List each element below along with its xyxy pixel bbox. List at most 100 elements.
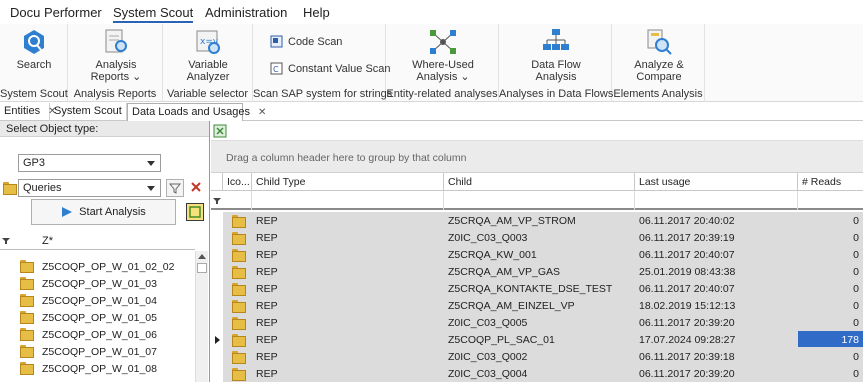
- where-used-icon: [430, 30, 456, 54]
- table-row[interactable]: REP Z0IC_C03_Q005 06.11.2017 20:39:20 0: [211, 314, 863, 331]
- select-object-type-header: Select Object type:: [0, 121, 209, 137]
- scroll-up-icon[interactable]: [198, 254, 206, 259]
- grid-toolbar: [211, 121, 863, 141]
- data-flow-analysis-button[interactable]: Data Flow Analysis: [524, 28, 588, 83]
- variable-analyzer-button[interactable]: x=y Variable Analyzer: [178, 28, 238, 83]
- last-usage-cell: 06.11.2017 20:39:19: [639, 232, 735, 244]
- list-item[interactable]: Z5COQP_OP_W_01_06: [0, 326, 195, 343]
- filter-icon: [2, 238, 10, 244]
- ribbon-group-system-scout: Search System Scout: [0, 24, 68, 102]
- clear-filter-button[interactable]: [188, 179, 206, 197]
- last-usage-cell: 06.11.2017 20:39:18: [639, 351, 735, 363]
- frame-icon: [189, 206, 201, 218]
- last-usage-cell: 06.11.2017 20:40:07: [639, 249, 735, 261]
- object-type-select[interactable]: Queries: [18, 179, 161, 197]
- list-item[interactable]: Z5COQP_OP_W_01_08: [0, 360, 195, 375]
- ribbon-group-elements: Analyze & Compare Elements Analysis: [612, 24, 705, 102]
- column-header-child-type[interactable]: Child Type: [252, 173, 444, 191]
- menu-help[interactable]: Help: [303, 5, 330, 20]
- table-row[interactable]: REP Z5COQP_PL_SAC_01 17.07.2024 09:28:27 17…: [211, 331, 863, 348]
- reads-cell: 0: [853, 249, 859, 261]
- close-icon[interactable]: ✕: [258, 107, 266, 118]
- child-type-cell: REP: [256, 215, 278, 227]
- child-cell: Z5CRQA_AM_EINZEL_VP: [448, 300, 575, 312]
- query-icon: [20, 294, 34, 307]
- query-icon: [232, 232, 246, 246]
- data-loads-grid-pane: Drag a column header here to group by th…: [211, 121, 863, 382]
- code-scan-button[interactable]: Code Scan: [270, 35, 342, 48]
- child-type-cell: REP: [256, 283, 278, 295]
- reads-cell: 0: [853, 266, 859, 278]
- list-item[interactable]: Z5COQP_OP_W_01_05: [0, 309, 195, 326]
- analysis-reports-button[interactable]: Analysis Reports ⌄: [86, 28, 146, 83]
- ribbon-group-entity-related: Where-Used Analysis ⌄ Entity-related anal…: [386, 24, 499, 102]
- filter-cell[interactable]: [798, 191, 863, 210]
- row-indicator: [211, 314, 223, 331]
- filter-icon: [213, 198, 221, 204]
- list-item[interactable]: Z5COQP_OP_W_01_04: [0, 292, 195, 309]
- tab-system-scout[interactable]: System Scout✕: [50, 103, 138, 121]
- query-icon: [232, 317, 246, 331]
- ribbon: Search System Scout Analysis Reports ⌄ An…: [0, 24, 863, 102]
- analyze-compare-button[interactable]: Analyze & Compare: [628, 28, 690, 83]
- search-icon: [24, 30, 44, 54]
- filter-cell[interactable]: [635, 191, 798, 210]
- column-header-last-usage[interactable]: Last usage: [635, 173, 798, 191]
- table-row[interactable]: REP Z0IC_C03_Q003 06.11.2017 20:39:19 0: [211, 229, 863, 246]
- query-type-icon: [3, 182, 17, 196]
- table-row[interactable]: REP Z5CRQA_KW_001 06.11.2017 20:40:07 0: [211, 246, 863, 263]
- child-type-cell: REP: [256, 368, 278, 380]
- menu-system-scout[interactable]: System Scout: [113, 5, 194, 23]
- list-item[interactable]: Z5COQP_OP_W_01_03: [0, 275, 195, 292]
- column-header-child[interactable]: Child: [444, 173, 635, 191]
- child-cell: Z5CRQA_AM_VP_GAS: [448, 266, 561, 278]
- variable-analyzer-icon: x=y: [196, 30, 220, 54]
- table-row[interactable]: REP Z5CRQA_KONTAKTE_DSE_TEST 06.11.2017 20…: [211, 280, 863, 297]
- filter-cell[interactable]: [252, 191, 444, 210]
- vertical-scrollbar[interactable]: [195, 251, 208, 382]
- filter-button[interactable]: [166, 179, 184, 197]
- row-indicator: [211, 331, 223, 348]
- system-select[interactable]: GP3: [18, 154, 161, 172]
- select-all-button[interactable]: [186, 203, 204, 221]
- scroll-thumb[interactable]: [197, 263, 207, 273]
- list-item[interactable]: Z5COQP_OP_W_01_02_02: [0, 258, 195, 275]
- column-header-reads[interactable]: # Reads: [798, 173, 863, 191]
- tab-entities[interactable]: Entities ✕: [0, 103, 56, 121]
- reads-cell: 0: [853, 215, 859, 227]
- constant-value-scan-button[interactable]: C Constant Value Scan: [270, 62, 391, 75]
- filter-cell[interactable]: [223, 191, 252, 210]
- reads-cell: 0: [853, 283, 859, 295]
- search-button[interactable]: Search: [8, 28, 60, 71]
- table-row[interactable]: REP Z5CRQA_AM_VP_GAS 25.01.2019 08:43:38 0: [211, 263, 863, 280]
- table-row[interactable]: REP Z0IC_C03_Q004 06.11.2017 20:39:20 0: [211, 365, 863, 382]
- menu-docu-performer[interactable]: Docu Performer: [10, 5, 102, 20]
- table-row[interactable]: REP Z5CRQA_AM_VP_STROM 06.11.2017 20:40:02…: [211, 212, 863, 229]
- ribbon-group-label: Entity-related analyses: [386, 88, 498, 100]
- child-cell: Z0IC_C03_Q003: [448, 232, 528, 244]
- reads-cell: 0: [853, 351, 859, 363]
- group-by-area[interactable]: Drag a column header here to group by th…: [211, 141, 863, 173]
- menu-administration[interactable]: Administration: [205, 5, 287, 20]
- analyze-compare-icon: [647, 29, 672, 55]
- where-used-analysis-button[interactable]: Where-Used Analysis ⌄: [411, 28, 475, 83]
- start-analysis-button[interactable]: Start Analysis: [31, 199, 176, 225]
- export-excel-icon[interactable]: [213, 124, 227, 138]
- ribbon-group-label: Elements Analysis: [613, 88, 703, 100]
- tab-data-loads-and-usages[interactable]: Data Loads and Usages ✕: [127, 103, 266, 122]
- table-row[interactable]: REP Z5CRQA_AM_EINZEL_VP 18.02.2019 15:12:1…: [211, 297, 863, 314]
- chevron-down-icon: [147, 161, 155, 166]
- last-usage-cell: 17.07.2024 09:28:27: [639, 334, 736, 346]
- group-by-hint: Drag a column header here to group by th…: [226, 152, 467, 164]
- column-header-icon[interactable]: Ico...: [223, 173, 252, 191]
- filter-cell[interactable]: [444, 191, 635, 210]
- query-icon: [232, 283, 246, 297]
- last-usage-cell: 06.11.2017 20:40:02: [639, 215, 735, 227]
- table-row[interactable]: REP Z0IC_C03_Q002 06.11.2017 20:39:18 0: [211, 348, 863, 365]
- list-item[interactable]: Z5COQP_OP_W_01_07: [0, 343, 195, 360]
- chevron-down-icon: [147, 186, 155, 191]
- query-icon: [232, 351, 246, 365]
- last-usage-cell: 06.11.2017 20:40:07: [639, 283, 735, 295]
- object-filter-input[interactable]: Z*: [42, 235, 53, 247]
- row-indicator: [211, 263, 223, 280]
